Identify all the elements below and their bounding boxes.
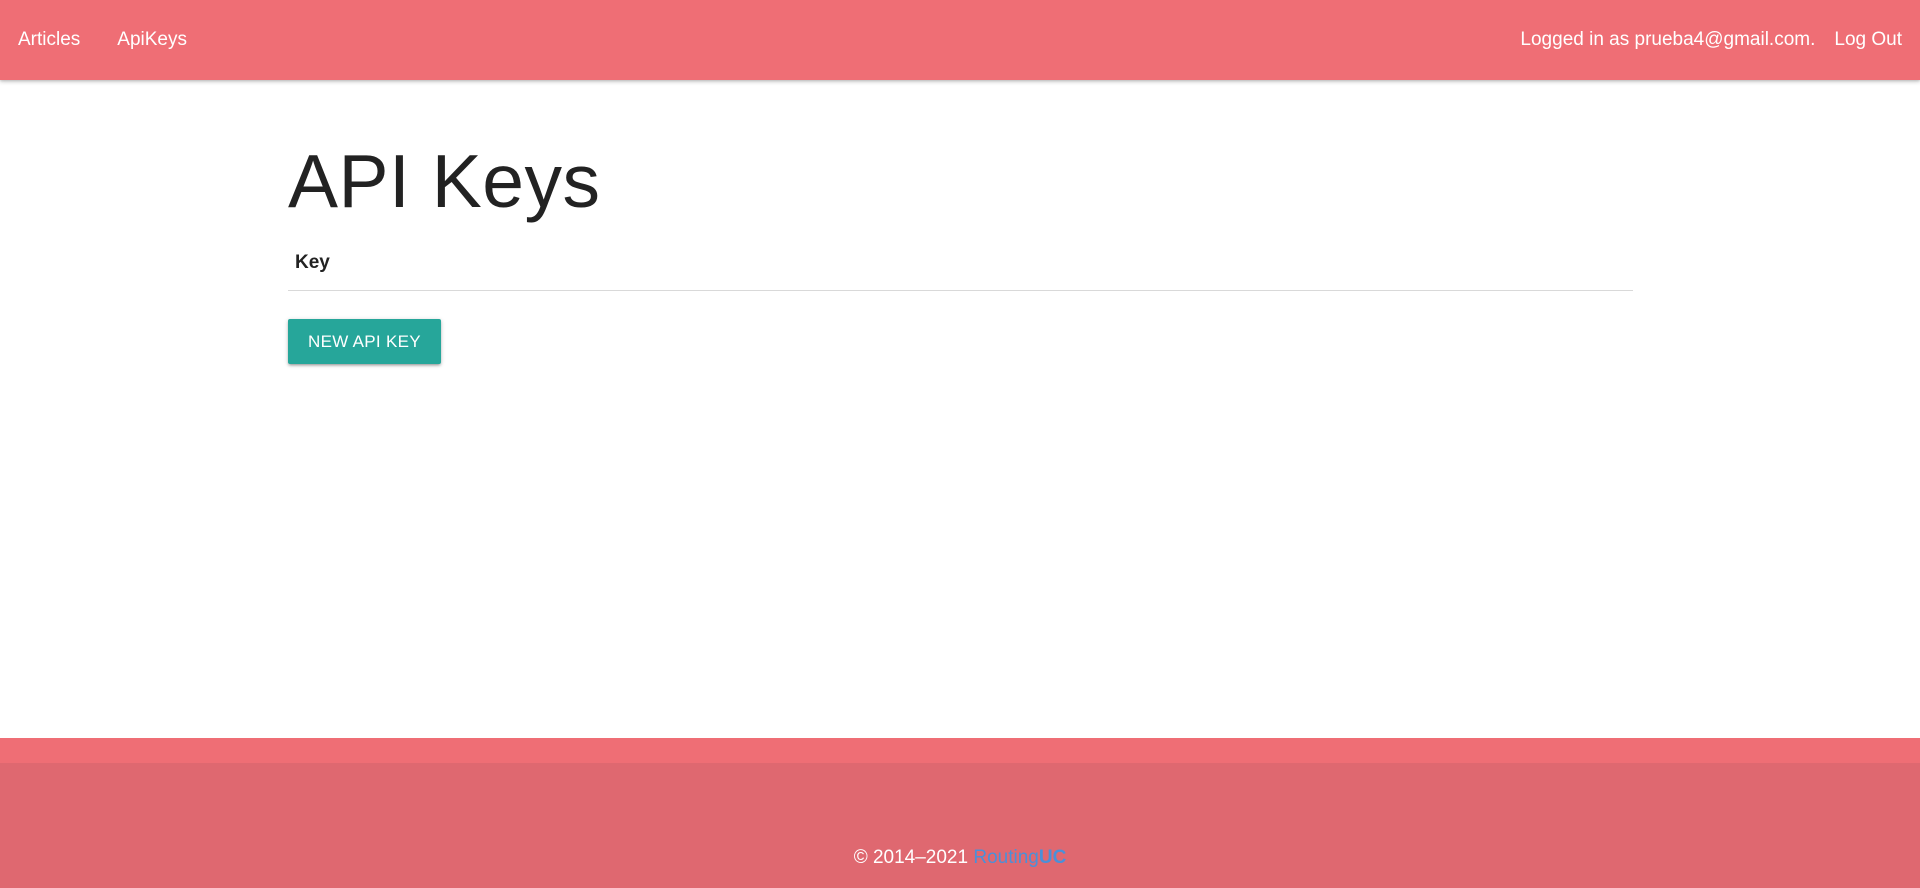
column-header-key: Key <box>288 240 1633 291</box>
brand-uc-text: UC <box>1038 847 1067 868</box>
footer: © 2014–2021 RoutingUC <box>0 763 1920 888</box>
footer-copyright: © 2014–2021 RoutingUC <box>0 847 1920 869</box>
page-title: API Keys <box>288 139 601 223</box>
nav-right: Logged in as prueba4@gmail.com. Log Out <box>1520 0 1920 80</box>
routinguc-link[interactable]: RoutingUC <box>973 847 1066 868</box>
nav-link-apikeys[interactable]: ApiKeys <box>117 0 187 80</box>
main-content: API Keys Key NEW API KEY <box>288 80 1633 364</box>
nav-link-articles[interactable]: Articles <box>18 0 80 80</box>
footer-top-band <box>0 738 1920 763</box>
logout-link[interactable]: Log Out <box>1834 0 1902 80</box>
logged-in-user-text: Logged in as prueba4@gmail.com. <box>1520 29 1816 50</box>
copyright-text: © 2014–2021 <box>853 847 974 868</box>
api-keys-table: Key <box>288 240 1633 291</box>
top-navbar: Articles ApiKeys Logged in as prueba4@gm… <box>0 0 1920 80</box>
nav-left: Articles ApiKeys <box>0 0 187 80</box>
brand-routing-text: Routing <box>973 847 1039 868</box>
table-header-row: Key <box>288 240 1633 291</box>
new-api-key-button[interactable]: NEW API KEY <box>288 319 441 364</box>
